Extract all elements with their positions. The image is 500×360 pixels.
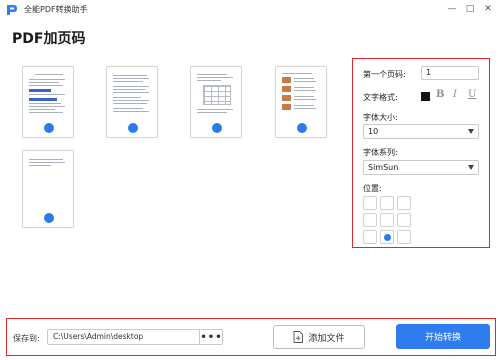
position-grid (363, 196, 411, 244)
page-number-dot (44, 213, 54, 223)
position-middle-right[interactable] (397, 213, 411, 227)
position-bottom-left[interactable] (363, 230, 377, 244)
first-page-label: 第一个页码: (363, 70, 406, 79)
first-page-input[interactable]: 1 (421, 66, 479, 80)
browse-folder-button[interactable]: ••• (199, 329, 223, 345)
add-file-label: 添加文件 (308, 333, 345, 344)
italic-button[interactable]: I (453, 89, 457, 100)
bottom-bar: 保存到: C:\Users\Admin\desktop ••• 添加文件 开始转… (6, 318, 496, 356)
window-controls: — □ ✕ (442, 2, 496, 16)
font-family-label: 字体系列: (363, 148, 398, 157)
page-thumbnail-3[interactable] (190, 66, 242, 138)
text-format-label: 文字格式: (363, 93, 398, 102)
page-thumbnail-5[interactable] (22, 150, 74, 228)
font-size-value: 10 (368, 127, 379, 136)
close-button[interactable]: ✕ (480, 2, 496, 16)
minimize-button[interactable]: — (444, 2, 460, 16)
position-bottom-right[interactable] (397, 230, 411, 244)
page-number-dot (297, 123, 307, 133)
save-path-input[interactable]: C:\Users\Admin\desktop (47, 329, 223, 345)
page-thumbnail-2[interactable] (106, 66, 158, 138)
page-title: PDF加页码 (12, 31, 86, 47)
start-convert-button[interactable]: 开始转换 (396, 324, 490, 349)
text-color-swatch[interactable] (421, 92, 430, 101)
position-middle-left[interactable] (363, 213, 377, 227)
font-size-label: 字体大小: (363, 113, 398, 122)
title-bar: 全能PDF转换助手 — □ ✕ (0, 0, 500, 20)
font-family-value: SimSun (368, 163, 399, 172)
save-to-label: 保存到: (13, 334, 40, 343)
page-number-dot (44, 123, 54, 133)
font-size-select[interactable]: 10 (363, 124, 479, 139)
position-top-right[interactable] (397, 196, 411, 210)
chevron-down-icon (468, 129, 474, 134)
chevron-down-icon (468, 165, 474, 170)
font-family-select[interactable]: SimSun (363, 160, 479, 175)
app-title: 全能PDF转换助手 (24, 5, 88, 14)
position-bottom-center[interactable] (380, 230, 394, 244)
page-number-settings-panel: 第一个页码: 1 文字格式: B I U 字体大小: 10 字体系列: SimS… (352, 58, 490, 248)
app-logo-icon (7, 5, 17, 15)
add-file-icon (294, 331, 304, 343)
position-middle-center[interactable] (380, 213, 394, 227)
add-file-button[interactable]: 添加文件 (273, 325, 365, 349)
page-thumbnail-4[interactable] (275, 66, 327, 138)
page-number-dot (128, 123, 138, 133)
position-label: 位置: (363, 184, 382, 193)
thumbnail-area (10, 56, 344, 306)
position-top-center[interactable] (380, 196, 394, 210)
underline-button[interactable]: U (468, 89, 476, 100)
page-number-dot (212, 123, 222, 133)
page-thumbnail-1[interactable] (22, 66, 74, 138)
position-top-left[interactable] (363, 196, 377, 210)
bold-button[interactable]: B (436, 89, 444, 100)
maximize-button[interactable]: □ (462, 2, 478, 16)
